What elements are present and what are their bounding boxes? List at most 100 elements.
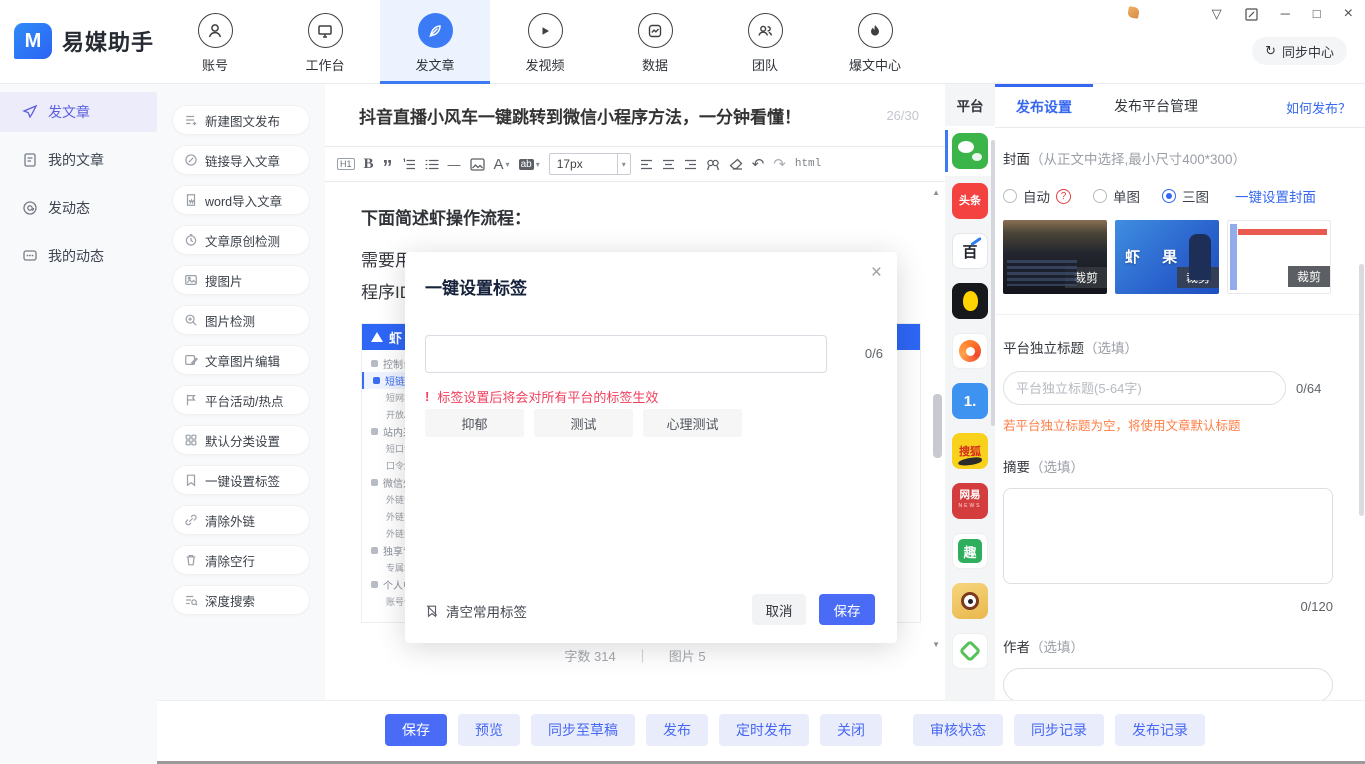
cover-option-three[interactable]: 三图: [1162, 186, 1209, 206]
cover-thumb-1[interactable]: 裁剪: [1003, 220, 1107, 294]
heading-button[interactable]: H1: [337, 158, 355, 170]
help-question-icon[interactable]: ?: [1056, 189, 1071, 204]
platform-weibo[interactable]: [945, 576, 995, 626]
radio-auto[interactable]: [1003, 189, 1017, 203]
cover-option-single[interactable]: 单图: [1093, 186, 1140, 206]
tool-default-category[interactable]: 默认分类设置: [172, 425, 310, 455]
radio-single[interactable]: [1093, 189, 1107, 203]
maximize-icon[interactable]: □: [1313, 6, 1321, 22]
bold-button[interactable]: B: [364, 156, 374, 173]
tool-clear-empty-lines[interactable]: 清除空行: [172, 545, 310, 575]
insert-image-button[interactable]: [470, 158, 485, 171]
tool-search-image[interactable]: 搜图片: [172, 265, 310, 295]
minimize-icon[interactable]: ─: [1281, 6, 1290, 22]
settings-scrollbar[interactable]: [1359, 264, 1364, 516]
tag-option[interactable]: 测试: [534, 409, 633, 437]
blockquote-button[interactable]: ”: [383, 163, 393, 173]
html-source-button[interactable]: html: [795, 158, 821, 170]
tool-word-import[interactable]: word导入文章: [172, 185, 310, 215]
nav-workbench[interactable]: 工作台: [270, 0, 380, 84]
summary-textarea[interactable]: [1003, 488, 1333, 584]
preview-button[interactable]: 预览: [458, 714, 520, 746]
nav-publish-article[interactable]: 发文章: [380, 0, 490, 84]
scroll-up-arrow[interactable]: ▲: [932, 188, 940, 197]
dialog-close-icon[interactable]: ×: [871, 262, 882, 284]
align-left-button[interactable]: [640, 159, 653, 170]
nav-team[interactable]: 团队: [710, 0, 820, 84]
review-status-button[interactable]: 审核状态: [913, 714, 1003, 746]
save-button[interactable]: 保存: [819, 594, 875, 625]
platform-qutoutiao[interactable]: 趣: [945, 526, 995, 576]
cancel-button[interactable]: 取消: [752, 594, 806, 625]
platform-netease[interactable]: 网易NEWS: [945, 476, 995, 526]
tool-new-article[interactable]: 新建图文发布: [172, 105, 310, 135]
close-icon[interactable]: ×: [1344, 6, 1353, 22]
undo-button[interactable]: ↶: [752, 155, 765, 173]
article-title-input[interactable]: 抖音直播小风车一键跳转到微信小程序方法，一分钟看懂！: [359, 103, 886, 128]
tool-link-import[interactable]: 链接导入文章: [172, 145, 310, 175]
eraser-icon[interactable]: [729, 158, 743, 170]
tool-image-check[interactable]: 图片检测: [172, 305, 310, 335]
sync-draft-button[interactable]: 同步至草稿: [531, 714, 635, 746]
clear-common-tags-button[interactable]: 清空常用标签: [425, 601, 527, 621]
feedback-icon[interactable]: [1245, 8, 1258, 21]
sidebar-item-my-articles[interactable]: 我的文章: [0, 140, 157, 180]
nav-hot-center[interactable]: 爆文中心: [820, 0, 930, 84]
tool-article-image-edit[interactable]: 文章图片编辑: [172, 345, 310, 375]
radio-three-selected[interactable]: [1162, 189, 1176, 203]
platform-title-input[interactable]: [1003, 371, 1286, 405]
tab-platform-manage[interactable]: 发布平台管理: [1093, 84, 1219, 127]
sidebar-item-publish-moment[interactable]: 发动态: [0, 188, 157, 228]
crop-button[interactable]: 裁剪: [1177, 267, 1219, 288]
platform-baijiahao[interactable]: 百: [945, 226, 995, 276]
sidebar-item-publish-article[interactable]: 发文章: [0, 92, 157, 132]
platform-yidian[interactable]: 1.: [945, 376, 995, 426]
scroll-down-arrow[interactable]: ▼: [932, 640, 940, 649]
ordered-list-button[interactable]: [402, 158, 416, 171]
publish-records-button[interactable]: 发布记录: [1115, 714, 1205, 746]
crop-button[interactable]: 裁剪: [1065, 267, 1107, 288]
sync-records-button[interactable]: 同步记录: [1014, 714, 1104, 746]
tag-option[interactable]: 抑郁: [425, 409, 524, 437]
align-right-button[interactable]: [684, 159, 697, 170]
cover-thumb-2[interactable]: 虾 果裁剪: [1115, 220, 1219, 294]
close-button[interactable]: 关闭: [820, 714, 882, 746]
platform-qiehao[interactable]: [945, 276, 995, 326]
redo-button[interactable]: ↷: [773, 155, 786, 173]
tool-clear-external-links[interactable]: 清除外链: [172, 505, 310, 535]
how-to-publish-link[interactable]: 如何发布？: [1286, 98, 1351, 117]
platform-toutiao[interactable]: 头条: [945, 176, 995, 226]
platform-dayu[interactable]: [945, 326, 995, 376]
font-color-button[interactable]: A▾: [494, 156, 510, 173]
cover-option-auto[interactable]: 自动?: [1003, 186, 1071, 206]
nav-account[interactable]: 账号: [160, 0, 270, 84]
platform-wechat[interactable]: [945, 126, 995, 176]
one-key-cover-link[interactable]: 一键设置封面: [1235, 186, 1316, 206]
tool-platform-activity[interactable]: 平台活动/热点: [172, 385, 310, 415]
platform-other[interactable]: [945, 626, 995, 676]
menu-dropdown-icon[interactable]: ▽: [1212, 6, 1222, 22]
nav-publish-video[interactable]: 发视频: [490, 0, 600, 84]
author-input[interactable]: [1003, 668, 1333, 702]
crop-button[interactable]: 裁剪: [1288, 266, 1330, 287]
publish-button[interactable]: 发布: [646, 714, 708, 746]
find-replace-icon[interactable]: [706, 158, 720, 171]
tool-originality-check[interactable]: 文章原创检测: [172, 225, 310, 255]
tag-option[interactable]: 心理测试: [643, 409, 742, 437]
platform-sohu[interactable]: 搜狐: [945, 426, 995, 476]
sidebar-item-my-moments[interactable]: 我的动态: [0, 236, 157, 276]
sync-center-button[interactable]: ↻ 同步中心: [1252, 37, 1347, 65]
nav-data[interactable]: 数据: [600, 0, 710, 84]
tag-input[interactable]: [425, 335, 827, 373]
horizontal-rule-button[interactable]: —: [448, 157, 461, 172]
cover-thumb-3[interactable]: 裁剪: [1227, 220, 1331, 294]
font-size-select[interactable]: 17px▾: [549, 153, 631, 175]
scheduled-publish-button[interactable]: 定时发布: [719, 714, 809, 746]
tab-publish-settings[interactable]: 发布设置: [995, 84, 1093, 127]
unordered-list-button[interactable]: [425, 158, 439, 171]
align-center-button[interactable]: [662, 159, 675, 170]
tool-one-key-tags[interactable]: 一键设置标签: [172, 465, 310, 495]
save-article-button[interactable]: 保存: [385, 714, 447, 746]
highlight-button[interactable]: ab▾: [519, 159, 540, 170]
tool-deep-search[interactable]: 深度搜索: [172, 585, 310, 615]
